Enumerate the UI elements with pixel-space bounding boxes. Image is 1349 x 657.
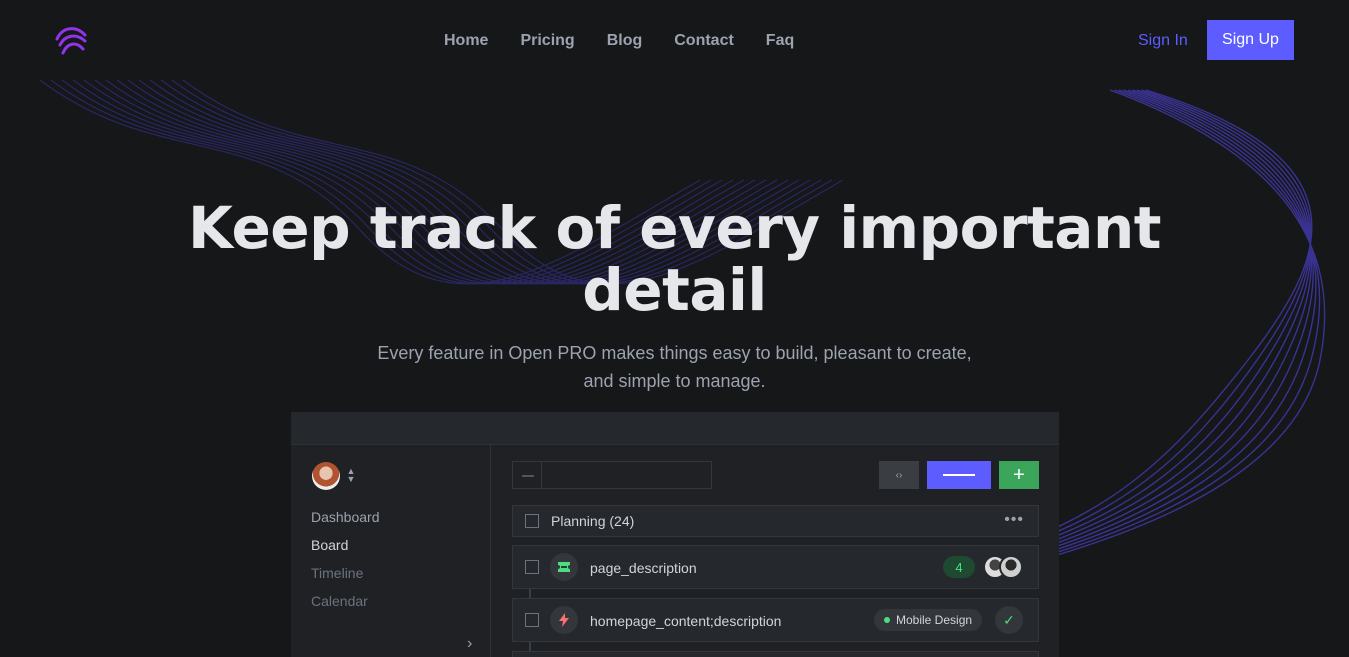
sidebar-item-calendar[interactable]: Calendar (311, 592, 368, 610)
hero-subtitle: Every feature in Open PRO makes things e… (377, 343, 972, 391)
task-row[interactable] (512, 651, 1039, 657)
nav-home[interactable]: Home (444, 31, 488, 51)
assignee-avatars (983, 555, 1025, 579)
nav-blog[interactable]: Blog (607, 31, 643, 51)
logo-icon[interactable] (54, 23, 88, 57)
search-input[interactable] (512, 461, 712, 489)
site-header: Home Pricing Blog Contact Faq Sign In Si… (0, 0, 1349, 80)
app-mockup: ▲ ▼ Dashboard Board Timeline Calendar › ‹… (291, 412, 1059, 657)
main-nav: Home Pricing Blog Contact Faq (444, 31, 794, 51)
task-checkbox[interactable] (525, 613, 539, 627)
minus-icon (522, 475, 534, 477)
task-checkbox[interactable] (525, 560, 539, 574)
mockup-topbar (291, 412, 1059, 445)
avatar[interactable] (312, 462, 340, 490)
task-name: page_description (590, 560, 697, 576)
task-row[interactable]: page_description 4 (512, 545, 1039, 589)
nav-pricing[interactable]: Pricing (520, 31, 574, 51)
list-header-label: Planning (24) (551, 513, 635, 529)
sidebar-item-board[interactable]: Board (311, 536, 348, 554)
more-options-icon[interactable]: ••• (1004, 511, 1024, 529)
code-view-button[interactable]: ‹› (879, 461, 919, 489)
mockup-main: ‹› + Planning (24) ••• page_description … (492, 445, 1059, 657)
select-all-checkbox[interactable] (525, 514, 539, 528)
count-badge: 4 (943, 556, 975, 578)
line-icon (943, 474, 975, 476)
sidebar-item-timeline[interactable]: Timeline (311, 564, 363, 582)
chevron-right-icon[interactable]: › (467, 635, 472, 653)
tag-label: Mobile Design (896, 613, 973, 627)
sign-in-link[interactable]: Sign In (1138, 31, 1188, 51)
hero-title: Keep track of every important detail (188, 194, 1161, 324)
wave-line (1030, 89, 1321, 561)
sort-toggle-icon[interactable]: ▲ ▼ (346, 467, 356, 485)
search-divider (541, 462, 542, 488)
sidebar-item-dashboard[interactable]: Dashboard (311, 508, 380, 526)
check-icon[interactable]: ✓ (995, 606, 1023, 634)
nav-contact[interactable]: Contact (674, 31, 734, 51)
wave-line (1039, 89, 1326, 561)
mockup-sidebar: ▲ ▼ Dashboard Board Timeline Calendar › (291, 445, 491, 657)
task-row[interactable]: homepage_content;description Mobile Desi… (512, 598, 1039, 642)
primary-action-button[interactable] (927, 461, 991, 489)
list-header-row: Planning (24) ••• (512, 505, 1039, 537)
add-button[interactable]: + (999, 461, 1039, 489)
sign-up-button[interactable]: Sign Up (1207, 20, 1294, 60)
tag-badge: Mobile Design (874, 609, 983, 631)
ticket-icon (550, 553, 578, 581)
nav-faq[interactable]: Faq (766, 31, 794, 51)
lightning-icon (550, 606, 578, 634)
status-dot-icon (884, 617, 890, 623)
wave-line (1021, 89, 1317, 561)
avatar[interactable] (999, 555, 1023, 579)
task-name: homepage_content;description (590, 613, 782, 629)
